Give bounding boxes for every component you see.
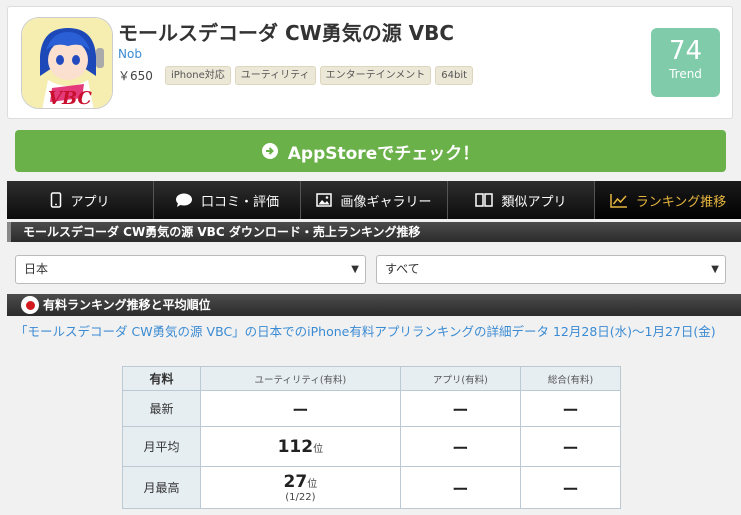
table-cell: ー (520, 466, 621, 509)
table-cell: ー (520, 390, 621, 427)
tag-iphone[interactable]: iPhone対応 (165, 66, 231, 85)
rank-date: (1/22) (285, 492, 316, 503)
appstore-button-label: AppStoreでチェック！ (287, 143, 480, 164)
rank-value: 112 (277, 436, 314, 457)
tab-nav: アプリ 口コミ・評価 画像ギャラリー 類似アプリ ランキング推移 (7, 181, 741, 219)
japan-flag-icon (21, 296, 39, 314)
table-header: アプリ(有料) (399, 366, 522, 391)
tab-app-label: アプリ (70, 194, 110, 210)
developer-link[interactable]: Nob (118, 47, 142, 61)
tag-entertainment[interactable]: エンターテインメント (319, 66, 432, 85)
arrow-right-icon (261, 143, 278, 159)
row-label: 月平均 (122, 426, 201, 467)
trend-value: 74 (668, 36, 703, 66)
ranking-description: 「モールスデコーダ CW勇気の源 VBC」の日本でのiPhone有料アプリランキ… (15, 324, 716, 339)
table-row: 月平均 112位 ー ー (122, 426, 621, 467)
app-icon-text: VBC (48, 88, 93, 109)
table-header: 総合(有料) (520, 366, 621, 391)
table-row: 最新 ー ー ー (122, 390, 621, 427)
table-cell: ー (399, 466, 522, 509)
appstore-button[interactable]: AppStoreでチェック！ (15, 130, 726, 172)
category-select[interactable]: すべて ▼ (376, 255, 726, 284)
app-price: ￥650 (118, 69, 153, 83)
tab-ranking-label: ランキング推移 (635, 194, 727, 210)
tab-similar-label: 類似アプリ (501, 194, 567, 210)
phone-icon (50, 192, 62, 208)
trend-badge: 74 Trend (651, 28, 720, 97)
rank-unit: 位 (313, 443, 324, 455)
ranking-header: 有料ランキング推移と平均順位 (7, 294, 741, 316)
category-select-value: すべて (385, 262, 420, 276)
table-header: ユーティリティ(有料) (200, 366, 401, 391)
rank-value: 27 (283, 472, 308, 492)
tab-gallery-label: 画像ギャラリー (340, 194, 432, 210)
table-cell: ー (520, 426, 621, 467)
section-title: モールスデコーダ CW勇気の源 VBC ダウンロード・売上ランキング推移 (7, 222, 741, 242)
tag-list: iPhone対応 ユーティリティ エンターテインメント 64bit (165, 66, 474, 85)
app-card: VBC モールスデコーダ CW勇気の源 VBC Nob ￥650 iPhone対… (7, 6, 733, 119)
chart-line-icon (609, 193, 628, 208)
app-title: モールスデコーダ CW勇気の源 VBC (118, 21, 455, 45)
tab-similar[interactable]: 類似アプリ (448, 181, 595, 219)
table-cell: 27位 (1/22) (200, 466, 401, 509)
tab-reviews[interactable]: 口コミ・評価 (154, 181, 301, 219)
table-row: 月最高 27位 (1/22) ー ー (122, 466, 621, 509)
row-label: 月最高 (122, 466, 201, 509)
table-cell: ー (200, 390, 401, 427)
row-label: 最新 (122, 390, 201, 427)
tag-utility[interactable]: ユーティリティ (234, 66, 316, 85)
tab-ranking[interactable]: ランキング推移 (595, 181, 741, 219)
trend-label: Trend (669, 67, 702, 81)
caret-down-icon: ▼ (351, 264, 359, 275)
country-select-value: 日本 (24, 262, 49, 276)
table-cell: ー (399, 390, 522, 427)
tab-app[interactable]: アプリ (7, 181, 154, 219)
table-header: 有料 (122, 366, 201, 391)
rank-unit: 位 (307, 479, 318, 490)
speech-bubble-icon (175, 193, 193, 208)
app-icon: VBC (21, 17, 113, 109)
tag-64bit[interactable]: 64bit (435, 66, 474, 85)
book-icon (475, 193, 494, 207)
country-select[interactable]: 日本 ▼ (15, 255, 366, 284)
table-cell: 112位 (200, 426, 401, 467)
tab-gallery[interactable]: 画像ギャラリー (301, 181, 448, 219)
table-cell: ー (399, 426, 522, 467)
ranking-table: 有料 ユーティリティ(有料) アプリ(有料) 総合(有料) 最新 ー ー ー 月… (122, 366, 621, 509)
image-icon (316, 193, 333, 207)
ranking-header-label: 有料ランキング推移と平均順位 (43, 298, 211, 312)
caret-down-icon: ▼ (711, 264, 719, 275)
tab-reviews-label: 口コミ・評価 (200, 194, 279, 210)
